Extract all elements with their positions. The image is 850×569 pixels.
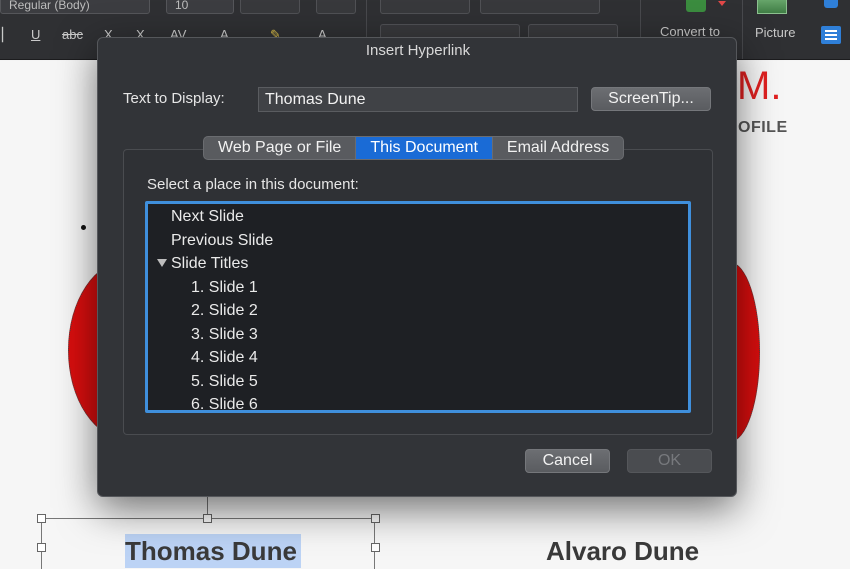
bullet-dot <box>81 225 86 230</box>
list-item-previous-slide[interactable]: Previous Slide <box>171 230 273 252</box>
ribbon-separator <box>742 0 743 59</box>
strikethrough-button[interactable]: abc <box>62 26 83 44</box>
list-item-slide[interactable]: 3. Slide 3 <box>191 324 258 346</box>
comment-icon[interactable] <box>824 0 838 8</box>
resize-handle[interactable] <box>37 514 46 523</box>
underline-button[interactable]: U <box>31 26 40 44</box>
picture-label[interactable]: Picture <box>755 25 795 40</box>
dropdown-arrow-icon <box>718 1 726 6</box>
clear-format-button[interactable] <box>316 0 356 14</box>
slide-subtitle-fragment: OFILE <box>738 119 788 136</box>
cancel-button[interactable]: Cancel <box>525 449 610 473</box>
resize-handle[interactable] <box>371 514 380 523</box>
place-list[interactable]: Next Slide Previous Slide Slide Titles 1… <box>145 201 691 413</box>
list-item-slide[interactable]: 1. Slide 1 <box>191 277 258 299</box>
text-box-icon[interactable] <box>821 26 841 44</box>
disclosure-triangle-icon[interactable] <box>157 259 167 267</box>
resize-handle[interactable] <box>371 543 380 552</box>
select-place-label: Select a place in this document: <box>147 176 359 193</box>
link-type-tabs: Web Page or File This Document Email Add… <box>203 136 625 160</box>
list-item-slide[interactable]: 2. Slide 2 <box>191 300 258 322</box>
smartart-icon[interactable] <box>686 0 706 12</box>
tab-web-page-or-file[interactable]: Web Page or File <box>204 137 357 159</box>
insert-hyperlink-dialog: Insert Hyperlink Text to Display: Screen… <box>97 37 737 497</box>
screentip-button[interactable]: ScreenTip... <box>591 87 711 111</box>
font-grow-shrink-group[interactable] <box>240 0 300 14</box>
ok-button[interactable]: OK <box>627 449 712 473</box>
indent-group[interactable] <box>480 0 600 14</box>
list-item-slide-titles[interactable]: Slide Titles <box>157 253 248 275</box>
text-to-display-label: Text to Display: <box>123 90 225 107</box>
slide-title-fragment: M. <box>737 64 782 108</box>
name-right-text[interactable]: Alvaro Dune <box>546 534 699 568</box>
list-item-next-slide[interactable]: Next Slide <box>171 206 244 228</box>
list-item-slide[interactable]: 6. Slide 6 <box>191 394 258 410</box>
tab-email-address[interactable]: Email Address <box>493 137 623 159</box>
name-left-text[interactable]: Thomas Dune <box>125 534 301 568</box>
font-size-select[interactable]: 10 <box>166 0 234 14</box>
align-left-icon[interactable]: ▏ <box>2 26 12 44</box>
list-item-slide[interactable]: 5. Slide 5 <box>191 371 258 393</box>
text-to-display-input[interactable] <box>258 87 578 112</box>
resize-handle[interactable] <box>203 514 212 523</box>
font-name-select[interactable]: Regular (Body) <box>0 0 150 14</box>
list-item-slide[interactable]: 4. Slide 4 <box>191 347 258 369</box>
list-item-label: Slide Titles <box>171 255 249 272</box>
dialog-title: Insert Hyperlink <box>365 42 471 59</box>
tab-this-document[interactable]: This Document <box>356 137 493 159</box>
bullets-group[interactable] <box>380 0 470 14</box>
picture-icon[interactable] <box>757 0 787 14</box>
resize-handle[interactable] <box>37 543 46 552</box>
